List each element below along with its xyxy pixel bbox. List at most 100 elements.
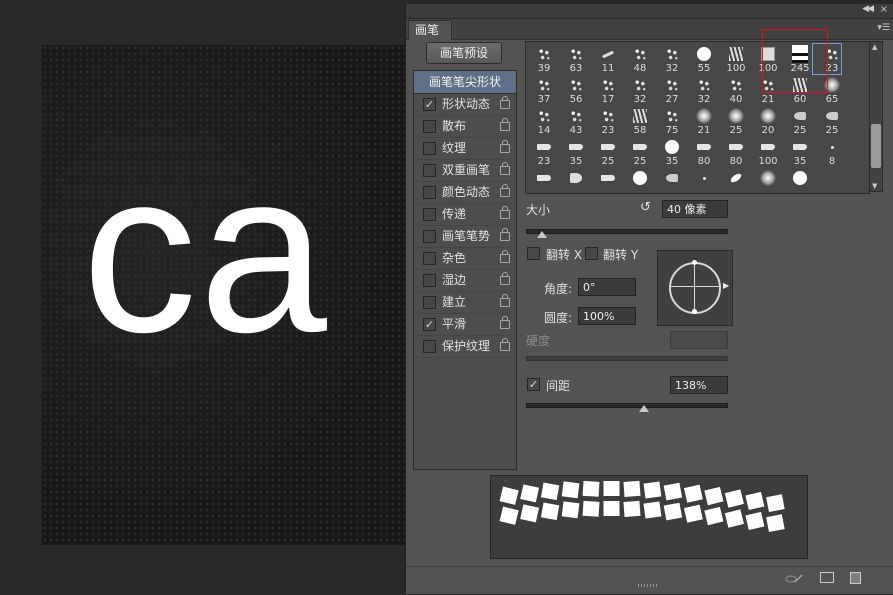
close-panel-icon[interactable]: ×: [880, 4, 888, 15]
brush-tip-cell[interactable]: 25: [784, 105, 816, 136]
brush-setting-item[interactable]: 画笔笔势: [414, 226, 516, 248]
brush-tip-cell[interactable]: 58: [624, 105, 656, 136]
brush-setting-item[interactable]: 双重画笔: [414, 160, 516, 182]
canvas-document[interactable]: ca: [42, 45, 422, 545]
brush-setting-item[interactable]: 散布: [414, 116, 516, 138]
brush-setting-item[interactable]: 纹理: [414, 138, 516, 160]
roundness-handle-bottom[interactable]: [692, 309, 697, 314]
brush-tip-cell[interactable]: 11: [592, 43, 624, 74]
brush-setting-item[interactable]: 传递: [414, 204, 516, 226]
brush-tip-cell[interactable]: 37: [528, 74, 560, 105]
tab-brush[interactable]: 画笔: [408, 20, 453, 40]
brush-tip-shape-item[interactable]: 画笔笔尖形状: [414, 71, 516, 94]
setting-checkbox[interactable]: [423, 186, 436, 199]
lock-icon[interactable]: [500, 184, 510, 197]
brush-tip-cell[interactable]: [528, 167, 560, 193]
brush-tip-cell[interactable]: 100: [752, 43, 784, 74]
setting-checkbox[interactable]: ✓: [423, 318, 436, 331]
roundness-handle-top[interactable]: [692, 260, 697, 265]
brush-tip-cell[interactable]: 65: [816, 74, 848, 105]
brush-tip-cell[interactable]: 25: [816, 105, 848, 136]
lock-icon[interactable]: [500, 294, 510, 307]
setting-checkbox[interactable]: [423, 274, 436, 287]
spacing-checkbox[interactable]: ✓: [527, 378, 540, 391]
brush-tip-cell[interactable]: 245: [784, 43, 816, 74]
lock-icon[interactable]: [500, 316, 510, 329]
brush-grid-scrollbar[interactable]: ▲ ▼: [869, 41, 883, 192]
spacing-slider-thumb[interactable]: [639, 405, 649, 412]
reset-size-icon[interactable]: ↺: [640, 201, 652, 214]
setting-checkbox[interactable]: [423, 208, 436, 221]
brush-tip-cell[interactable]: 14: [528, 105, 560, 136]
brush-tip-cell[interactable]: 25: [624, 136, 656, 167]
brush-tip-cell[interactable]: 80: [688, 136, 720, 167]
brush-tip-cell[interactable]: [752, 167, 784, 193]
scroll-down-icon[interactable]: ▼: [872, 182, 877, 190]
panel-title-bar[interactable]: ◀◀ ×: [406, 4, 893, 19]
brush-setting-item[interactable]: 湿边: [414, 270, 516, 292]
brush-tip-cell[interactable]: 55: [688, 43, 720, 74]
brush-setting-item[interactable]: ✓ 平滑: [414, 314, 516, 336]
brush-tip-cell[interactable]: 80: [720, 136, 752, 167]
flip-y-checkbox[interactable]: [585, 247, 598, 260]
brush-tip-cell[interactable]: 75: [656, 105, 688, 136]
brush-tip-cell[interactable]: [720, 167, 752, 193]
brush-tip-cell[interactable]: 48: [624, 43, 656, 74]
lock-icon[interactable]: [500, 250, 510, 263]
brush-tip-cell[interactable]: [688, 167, 720, 193]
setting-checkbox[interactable]: [423, 120, 436, 133]
scroll-thumb[interactable]: [871, 124, 881, 168]
brush-setting-item[interactable]: ✓ 形状动态: [414, 94, 516, 116]
brush-setting-item[interactable]: 杂色: [414, 248, 516, 270]
brush-setting-item[interactable]: 颜色动态: [414, 182, 516, 204]
lock-icon[interactable]: [500, 162, 510, 175]
brush-tip-cell[interactable]: 23: [592, 105, 624, 136]
brush-tip-cell[interactable]: [560, 167, 592, 193]
brush-tip-cell[interactable]: 100: [752, 136, 784, 167]
brush-tip-cell[interactable]: 8: [816, 136, 848, 167]
angle-roundness-widget[interactable]: ▶: [657, 250, 733, 326]
setting-checkbox[interactable]: [423, 142, 436, 155]
brush-tip-cell[interactable]: 56: [560, 74, 592, 105]
brush-tip-cell[interactable]: 25: [720, 105, 752, 136]
setting-checkbox[interactable]: [423, 230, 436, 243]
lock-icon[interactable]: [500, 206, 510, 219]
brush-setting-item[interactable]: 保护纹理: [414, 336, 516, 358]
brush-tip-cell[interactable]: [656, 167, 688, 193]
resize-grip-icon[interactable]: [638, 584, 658, 587]
lock-icon[interactable]: [500, 338, 510, 351]
brush-tip-cell[interactable]: 27: [656, 74, 688, 105]
angle-input[interactable]: 0°: [578, 278, 636, 296]
brush-tip-cell[interactable]: 25: [592, 136, 624, 167]
lock-icon[interactable]: [500, 118, 510, 131]
brush-presets-button[interactable]: 画笔预设: [426, 42, 502, 64]
brush-tip-cell[interactable]: 63: [560, 43, 592, 74]
setting-checkbox[interactable]: [423, 296, 436, 309]
size-slider-thumb[interactable]: [537, 231, 547, 238]
brush-tip-cell[interactable]: 35: [784, 136, 816, 167]
open-preset-manager-icon[interactable]: [820, 572, 834, 583]
flip-x-checkbox[interactable]: [527, 247, 540, 260]
setting-checkbox[interactable]: [423, 340, 436, 353]
brush-tip-cell[interactable]: 40: [720, 74, 752, 105]
brush-tip-cell[interactable]: 17: [592, 74, 624, 105]
toggle-bristle-preview-icon[interactable]: [785, 574, 803, 584]
create-new-brush-icon[interactable]: [850, 572, 861, 584]
brush-tip-cell[interactable]: 32: [624, 74, 656, 105]
lock-icon[interactable]: [500, 140, 510, 153]
size-input[interactable]: 40 像素: [662, 200, 728, 218]
brush-tip-cell[interactable]: 39: [528, 43, 560, 74]
brush-tip-cell[interactable]: 35: [656, 136, 688, 167]
brush-tip-cell[interactable]: [624, 167, 656, 193]
lock-icon[interactable]: [500, 96, 510, 109]
spacing-slider-track[interactable]: [526, 403, 728, 408]
scroll-up-icon[interactable]: ▲: [872, 43, 877, 51]
setting-checkbox[interactable]: [423, 252, 436, 265]
collapse-panel-icon[interactable]: ◀◀: [862, 4, 874, 14]
brush-tip-cell[interactable]: 32: [656, 43, 688, 74]
size-slider-track[interactable]: [526, 229, 728, 234]
brush-tip-cell[interactable]: 60: [784, 74, 816, 105]
brush-tip-cell[interactable]: 23: [528, 136, 560, 167]
brush-tip-cell[interactable]: 21: [688, 105, 720, 136]
setting-checkbox[interactable]: ✓: [423, 98, 436, 111]
